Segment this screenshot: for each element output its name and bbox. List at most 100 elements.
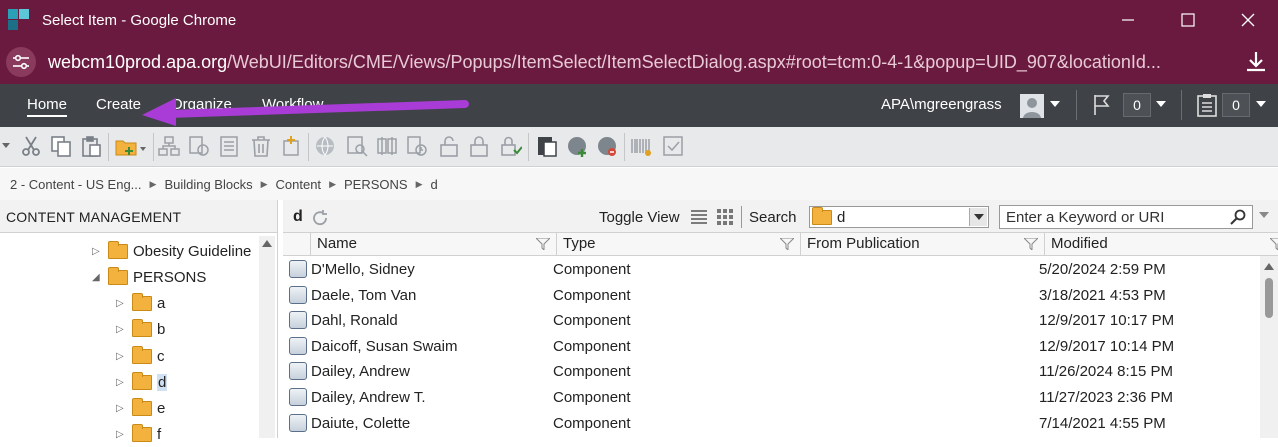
expand-icon[interactable]: ▷ bbox=[116, 298, 126, 309]
breadcrumb-item[interactable]: 2 - Content - US Eng... bbox=[10, 177, 142, 192]
collapse-icon[interactable]: ◢ bbox=[92, 272, 102, 283]
tab-create[interactable]: Create bbox=[96, 96, 141, 113]
tree-item-b[interactable]: ▷ b bbox=[116, 316, 165, 342]
lock-icon[interactable] bbox=[468, 135, 490, 157]
avatar[interactable] bbox=[1020, 94, 1044, 118]
tab-home[interactable]: Home bbox=[27, 96, 68, 117]
select-dropdown-button[interactable] bbox=[969, 208, 987, 226]
compare-icon[interactable] bbox=[376, 135, 398, 157]
column-header-modified[interactable]: Modified bbox=[1045, 233, 1278, 256]
grid-view-icon[interactable] bbox=[717, 209, 733, 225]
table-row[interactable]: Dailey, Andrew T. Component 11/27/2023 2:3… bbox=[283, 385, 1260, 411]
open-icon[interactable] bbox=[536, 135, 558, 157]
paste-icon[interactable] bbox=[80, 135, 102, 157]
expand-icon[interactable]: ▷ bbox=[116, 351, 126, 362]
column-header-from-publication[interactable]: From Publication bbox=[801, 233, 1045, 256]
search-label: Search bbox=[749, 209, 797, 226]
table-row[interactable]: D'Mello, Sidney Component 5/20/2024 2:59 P… bbox=[283, 257, 1260, 283]
refresh-icon[interactable] bbox=[311, 209, 329, 227]
tree-scrollbar[interactable] bbox=[259, 236, 275, 438]
delete-icon[interactable] bbox=[250, 135, 272, 157]
breadcrumb-item[interactable]: d bbox=[430, 177, 437, 192]
filter-icon[interactable] bbox=[1270, 238, 1278, 250]
filter-icon[interactable] bbox=[1024, 238, 1038, 250]
grid-header: Name Type From Publication Modified bbox=[283, 233, 1278, 256]
add-globe-icon[interactable] bbox=[566, 135, 588, 157]
tree-item-label: f bbox=[157, 425, 162, 443]
properties-icon[interactable] bbox=[218, 135, 240, 157]
checkin-icon[interactable] bbox=[500, 135, 522, 157]
folder-icon bbox=[108, 266, 128, 285]
scroll-up-icon[interactable] bbox=[262, 239, 272, 247]
tree-item-c[interactable]: ▷ c bbox=[116, 343, 165, 369]
breadcrumb-separator-icon: ▶ bbox=[260, 178, 268, 189]
clipboard-icon[interactable] bbox=[1196, 93, 1218, 117]
table-row[interactable]: Dahl, Ronald Component 12/9/2017 10:17 PM bbox=[283, 308, 1260, 334]
close-icon bbox=[1241, 13, 1255, 27]
approve-icon[interactable] bbox=[662, 135, 684, 157]
search-icon[interactable] bbox=[1230, 209, 1246, 225]
expand-icon[interactable]: ▷ bbox=[116, 324, 126, 335]
breadcrumb-item[interactable]: Building Blocks bbox=[164, 177, 252, 192]
row-modified: 12/9/2017 10:17 PM bbox=[1039, 312, 1175, 329]
publish-globe-icon[interactable] bbox=[314, 135, 336, 157]
user-name[interactable]: APA\mgreengrass bbox=[881, 96, 1002, 113]
unlock-icon[interactable] bbox=[438, 135, 460, 157]
tree-item-persons[interactable]: ◢ PERSONS bbox=[92, 264, 206, 290]
tree-item-obesity-guideline[interactable]: ▷ Obesity Guideline bbox=[92, 238, 251, 264]
search-location-select[interactable]: d bbox=[809, 206, 989, 228]
new-folder-icon[interactable] bbox=[114, 135, 148, 157]
folder-icon bbox=[132, 345, 152, 364]
address-bar[interactable]: webcm10prod.apa.org/WebUI/Editors/CME/Vi… bbox=[0, 40, 1278, 84]
url-text[interactable]: webcm10prod.apa.org/WebUI/Editors/CME/Vi… bbox=[48, 52, 1208, 73]
toolbar-collapse-icon[interactable] bbox=[2, 143, 10, 151]
user-dropdown-icon[interactable] bbox=[1050, 101, 1060, 109]
history-icon[interactable] bbox=[406, 135, 428, 157]
chevron-down-icon bbox=[974, 214, 984, 220]
toggle-view-label: Toggle View bbox=[599, 209, 680, 226]
tree-item-d[interactable]: ▷ d bbox=[116, 369, 168, 395]
flag-dropdown-icon[interactable] bbox=[1156, 101, 1166, 109]
search-options-icon[interactable] bbox=[1259, 212, 1269, 219]
table-row[interactable]: Daicoff, Susan Swaim Component 12/9/2017 1… bbox=[283, 334, 1260, 360]
barcode-icon[interactable] bbox=[630, 135, 652, 157]
list-dropdown-icon[interactable] bbox=[1256, 101, 1266, 109]
keyword-search-input[interactable]: Enter a Keyword or URI bbox=[999, 205, 1253, 229]
search-location-value: d bbox=[837, 208, 846, 226]
close-button[interactable] bbox=[1218, 0, 1278, 40]
url-path: /WebUI/Editors/CME/Views/Popups/ItemSele… bbox=[227, 51, 1161, 72]
copy-icon[interactable] bbox=[50, 135, 72, 157]
add-item-icon[interactable] bbox=[280, 135, 302, 157]
table-row[interactable]: Daele, Tom Van Component 3/18/2021 4:53 PM bbox=[283, 283, 1260, 309]
scrollbar-thumb[interactable] bbox=[1265, 278, 1273, 318]
download-button[interactable] bbox=[1242, 48, 1270, 76]
search-preview-icon[interactable] bbox=[346, 135, 368, 157]
localize-icon[interactable] bbox=[188, 135, 210, 157]
breadcrumb-item[interactable]: PERSONS bbox=[344, 177, 408, 192]
column-header-type[interactable]: Type bbox=[557, 233, 801, 256]
remove-globe-icon[interactable] bbox=[596, 135, 618, 157]
table-row[interactable]: Dailey, Andrew Component 11/26/2024 8:15 P… bbox=[283, 359, 1260, 385]
expand-icon[interactable]: ▷ bbox=[92, 246, 102, 257]
flag-icon[interactable] bbox=[1091, 93, 1115, 117]
list-view-icon[interactable] bbox=[691, 210, 707, 224]
maximize-button[interactable] bbox=[1158, 0, 1218, 40]
cut-icon[interactable] bbox=[20, 135, 42, 157]
site-settings-button[interactable] bbox=[6, 47, 36, 77]
scroll-up-icon[interactable] bbox=[1264, 262, 1274, 270]
expand-icon[interactable]: ▷ bbox=[116, 403, 126, 414]
minimize-button[interactable] bbox=[1098, 0, 1158, 40]
breadcrumb-separator-icon: ▶ bbox=[149, 178, 157, 189]
component-icon bbox=[289, 362, 307, 380]
filter-icon[interactable] bbox=[536, 238, 550, 250]
breadcrumb-item[interactable]: Content bbox=[276, 177, 322, 192]
tree-item-a[interactable]: ▷ a bbox=[116, 290, 165, 316]
structure-icon[interactable] bbox=[158, 135, 180, 157]
filter-icon[interactable] bbox=[780, 238, 794, 250]
expand-icon[interactable]: ▷ bbox=[116, 377, 126, 388]
tree-item-e[interactable]: ▷ e bbox=[116, 395, 165, 421]
minimize-icon bbox=[1122, 19, 1134, 21]
tree-item-f[interactable]: ▷ f bbox=[116, 421, 161, 447]
column-header-name[interactable]: Name bbox=[311, 233, 557, 256]
table-row[interactable]: Daiute, Colette Component 7/14/2021 4:55 P… bbox=[283, 411, 1260, 437]
